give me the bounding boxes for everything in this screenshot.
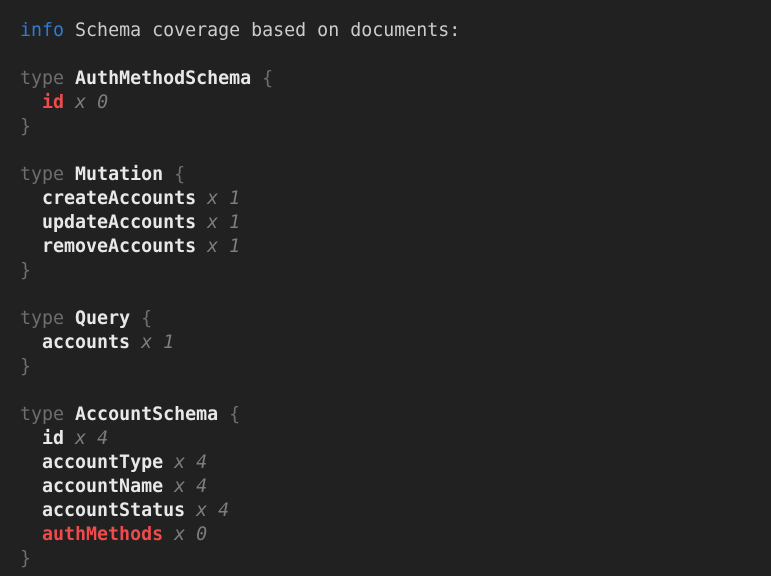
hit-count-value: 1 — [229, 188, 240, 209]
field-name: accountName — [42, 476, 163, 497]
coverage-header-message: Schema coverage based on documents: — [75, 20, 460, 41]
hit-count-marker: x — [75, 428, 86, 449]
close-brace: } — [20, 548, 31, 569]
type-name: Query — [75, 308, 130, 329]
field-coverage-line: updateAccounts x 1 — [20, 211, 763, 235]
field-coverage-line: id x 0 — [20, 91, 763, 115]
field-coverage-line: id x 4 — [20, 427, 763, 451]
hit-count-value: 0 — [196, 524, 207, 545]
type-declaration-line: type AuthMethodSchema { — [20, 67, 763, 91]
blank-line — [20, 283, 763, 307]
blank-line — [20, 139, 763, 163]
field-hit-count: x 0 — [75, 92, 108, 113]
type-name: AccountSchema — [75, 404, 218, 425]
type-declaration-line: type Query { — [20, 307, 763, 331]
hit-count-value: 1 — [163, 332, 174, 353]
field-name: id — [42, 92, 64, 113]
field-hit-count: x 0 — [174, 524, 207, 545]
close-brace-line: } — [20, 259, 763, 283]
type-keyword: type — [20, 404, 64, 425]
field-hit-count: x 1 — [207, 212, 240, 233]
terminal[interactable]: info Schema coverage based on documents:… — [0, 0, 771, 576]
field-coverage-line: accounts x 1 — [20, 331, 763, 355]
hit-count-value: 0 — [97, 92, 108, 113]
open-brace: { — [262, 68, 273, 89]
type-declaration-line: type AccountSchema { — [20, 403, 763, 427]
hit-count-marker: x — [174, 452, 185, 473]
blank-line — [20, 379, 763, 403]
field-coverage-line: accountType x 4 — [20, 451, 763, 475]
close-brace: } — [20, 260, 31, 281]
hit-count-marker: x — [141, 332, 152, 353]
open-brace: { — [174, 164, 185, 185]
open-brace: { — [229, 404, 240, 425]
hit-count-marker: x — [75, 92, 86, 113]
field-hit-count: x 4 — [174, 452, 207, 473]
field-hit-count: x 4 — [75, 428, 108, 449]
hit-count-value: 4 — [196, 476, 207, 497]
info-tag: info — [20, 20, 64, 41]
close-brace-line: } — [20, 355, 763, 379]
type-declaration-line: type Mutation { — [20, 163, 763, 187]
terminal-output: type AuthMethodSchema { id x 0} type Muta… — [20, 43, 763, 571]
field-name: authMethods — [42, 524, 163, 545]
hit-count-value: 1 — [229, 236, 240, 257]
hit-count-value: 4 — [196, 452, 207, 473]
field-coverage-line: accountStatus x 4 — [20, 499, 763, 523]
field-hit-count: x 1 — [207, 188, 240, 209]
type-keyword: type — [20, 164, 64, 185]
field-hit-count: x 1 — [207, 236, 240, 257]
field-coverage-line: accountName x 4 — [20, 475, 763, 499]
hit-count-value: 4 — [97, 428, 108, 449]
hit-count-marker: x — [207, 188, 218, 209]
close-brace-line: } — [20, 115, 763, 139]
hit-count-marker: x — [174, 524, 185, 545]
hit-count-marker: x — [207, 236, 218, 257]
hit-count-marker: x — [174, 476, 185, 497]
type-keyword: type — [20, 308, 64, 329]
open-brace: { — [141, 308, 152, 329]
field-hit-count: x 4 — [196, 500, 229, 521]
close-brace: } — [20, 356, 31, 377]
field-name: accounts — [42, 332, 130, 353]
field-hit-count: x 4 — [174, 476, 207, 497]
blank-line — [20, 43, 763, 67]
type-keyword: type — [20, 68, 64, 89]
type-name: AuthMethodSchema — [75, 68, 251, 89]
field-coverage-line: createAccounts x 1 — [20, 187, 763, 211]
hit-count-value: 1 — [229, 212, 240, 233]
hit-count-marker: x — [196, 500, 207, 521]
type-name: Mutation — [75, 164, 163, 185]
field-name: updateAccounts — [42, 212, 196, 233]
field-name: createAccounts — [42, 188, 196, 209]
close-brace: } — [20, 116, 31, 137]
field-name: accountType — [42, 452, 163, 473]
close-brace-line: } — [20, 547, 763, 571]
hit-count-marker: x — [207, 212, 218, 233]
field-coverage-line: authMethods x 0 — [20, 523, 763, 547]
field-coverage-line: removeAccounts x 1 — [20, 235, 763, 259]
hit-count-value: 4 — [218, 500, 229, 521]
field-name: id — [42, 428, 64, 449]
coverage-header-line: info Schema coverage based on documents: — [20, 19, 763, 43]
field-name: removeAccounts — [42, 236, 196, 257]
space — [64, 20, 75, 41]
field-hit-count: x 1 — [141, 332, 174, 353]
field-name: accountStatus — [42, 500, 185, 521]
